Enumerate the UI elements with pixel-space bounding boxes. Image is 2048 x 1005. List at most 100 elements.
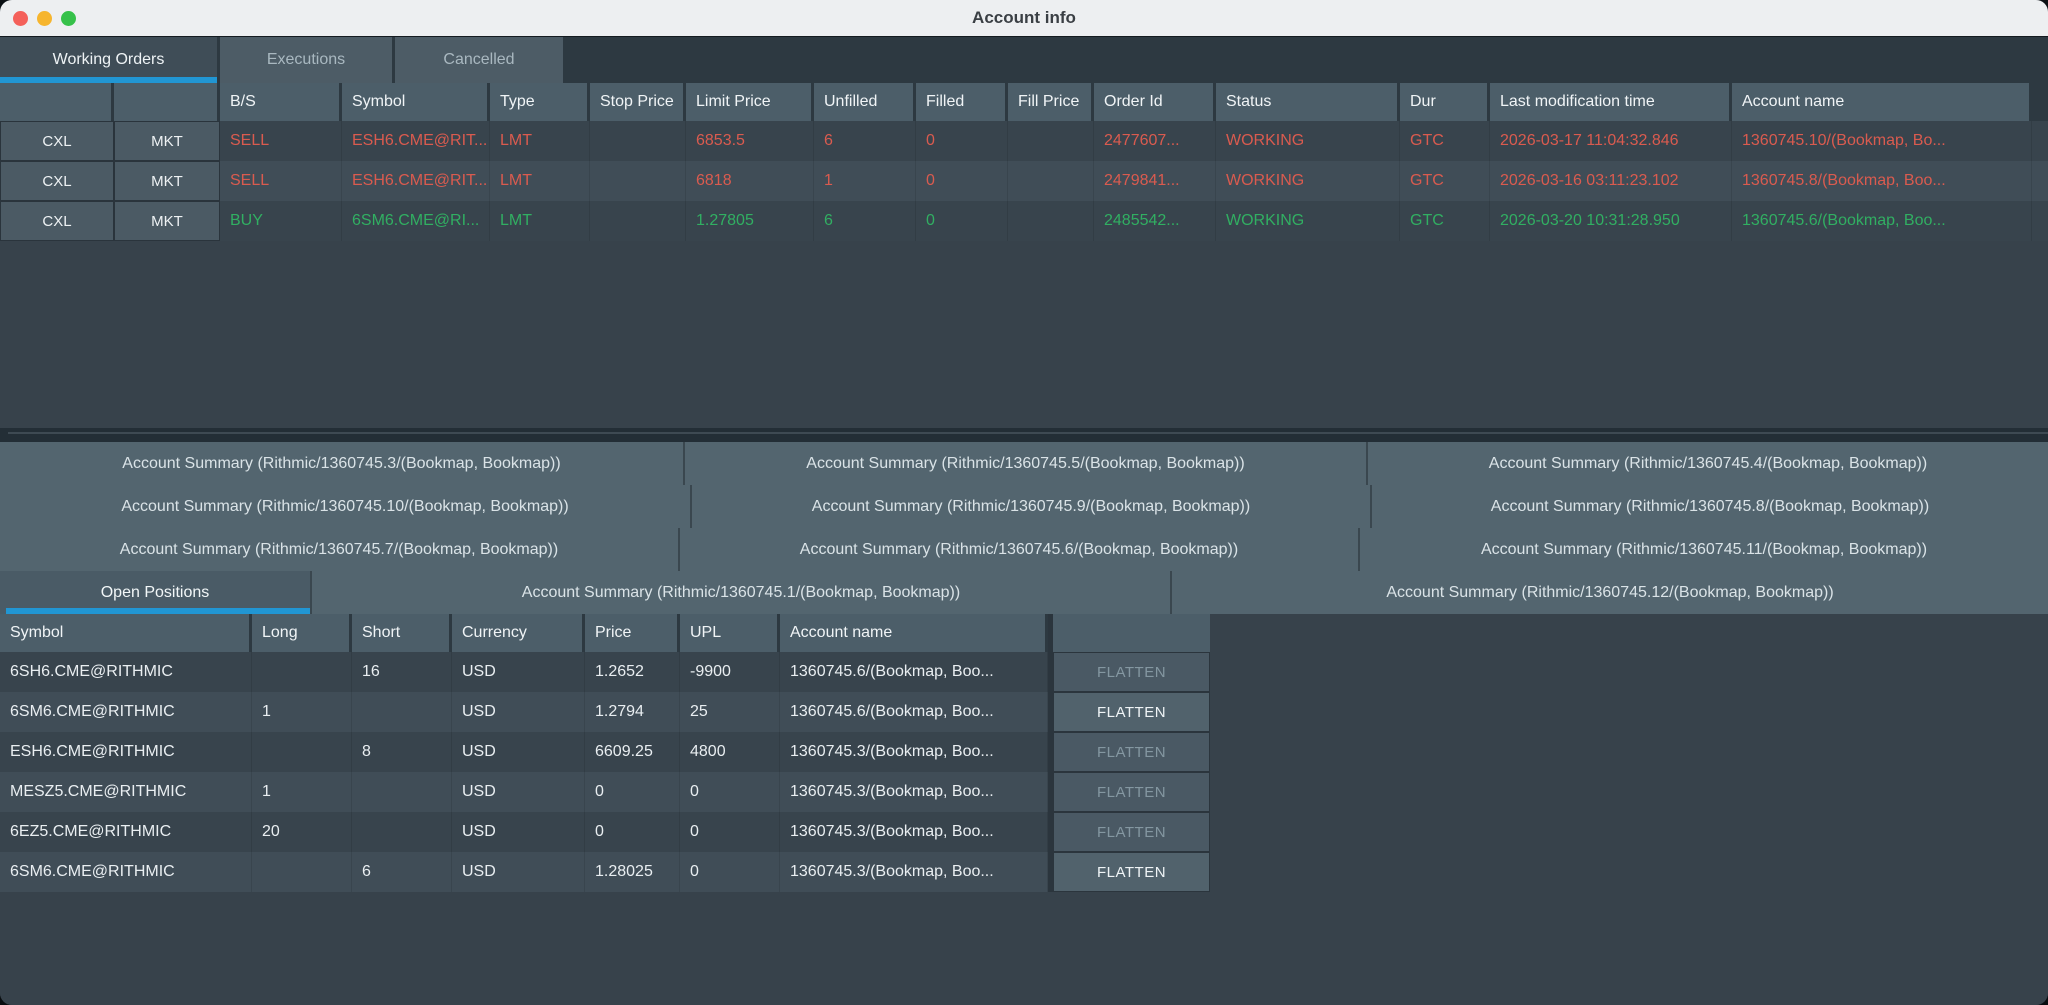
- tab-working-orders[interactable]: Working Orders: [0, 37, 217, 83]
- position-cell-account-name: 1360745.3/(Bookmap, Boo...: [780, 852, 1048, 892]
- position-cell-long: [252, 652, 352, 692]
- positions-table-header: SymbolLongShortCurrencyPriceUPLAccount n…: [0, 614, 1210, 652]
- tab-account-summary[interactable]: Account Summary (Rithmic/1360745.10/(Boo…: [0, 485, 690, 528]
- market-order-button[interactable]: MKT: [114, 121, 220, 161]
- tab-account-summary[interactable]: Account Summary (Rithmic/1360745.4/(Book…: [1366, 442, 2048, 485]
- position-cell-currency: USD: [452, 772, 585, 812]
- bottom-empty-area: [0, 892, 2048, 1005]
- tab-account-summary[interactable]: Account Summary (Rithmic/1360745.8/(Book…: [1370, 485, 2048, 528]
- tab-cancelled[interactable]: Cancelled: [395, 37, 563, 83]
- market-order-button[interactable]: MKT: [114, 201, 220, 241]
- order-cell-last-modification-time: 2026-03-17 11:04:32.846: [1490, 121, 1732, 161]
- order-cell-symbol: ESH6.CME@RIT...: [342, 121, 490, 161]
- position-cell-price: 6609.25: [585, 732, 680, 772]
- orders-empty-area: [0, 241, 2048, 428]
- order-cell-status: WORKING: [1216, 201, 1400, 241]
- account-info-window: Account info Working OrdersExecutionsCan…: [0, 0, 2048, 1005]
- summary-tab-row: Open PositionsAccount Summary (Rithmic/1…: [0, 571, 2048, 614]
- flatten-button: FLATTEN: [1053, 812, 1210, 852]
- position-cell-symbol: 6SM6.CME@RITHMIC: [0, 852, 252, 892]
- order-row[interactable]: CXLMKTBUY6SM6.CME@RI...LMT1.278056024855…: [0, 201, 2048, 241]
- position-row[interactable]: 6EZ5.CME@RITHMIC20USD001360745.3/(Bookma…: [0, 812, 1210, 852]
- position-cell-currency: USD: [452, 652, 585, 692]
- tab-executions[interactable]: Executions: [220, 37, 392, 83]
- order-cell-account-name: 1360745.6/(Bookmap, Boo...: [1732, 201, 2032, 241]
- position-cell-currency: USD: [452, 852, 585, 892]
- position-cell-currency: USD: [452, 732, 585, 772]
- position-row[interactable]: 6SM6.CME@RITHMIC6USD1.2802501360745.3/(B…: [0, 852, 1210, 892]
- positions-table-body: 6SH6.CME@RITHMIC16USD1.2652-99001360745.…: [0, 652, 1210, 892]
- tab-open-positions[interactable]: Open Positions: [0, 571, 310, 614]
- position-cell-price: 1.2794: [585, 692, 680, 732]
- pane-splitter[interactable]: [0, 428, 2048, 442]
- tab-account-summary[interactable]: Account Summary (Rithmic/1360745.6/(Book…: [678, 528, 1358, 571]
- position-row[interactable]: 6SM6.CME@RITHMIC1USD1.2794251360745.6/(B…: [0, 692, 1210, 732]
- market-order-button[interactable]: MKT: [114, 161, 220, 201]
- position-cell-upl: 0: [680, 812, 780, 852]
- order-cell-order-id: 2485542...: [1094, 201, 1216, 241]
- position-cell-currency: USD: [452, 692, 585, 732]
- positions-col-symbol: Symbol: [0, 614, 249, 652]
- order-cell-account-name: 1360745.10/(Bookmap, Bo...: [1732, 121, 2032, 161]
- zoom-button[interactable]: [61, 11, 76, 26]
- flatten-button[interactable]: FLATTEN: [1053, 692, 1210, 732]
- position-cell-account-name: 1360745.3/(Bookmap, Boo...: [780, 812, 1048, 852]
- position-cell-symbol: ESH6.CME@RITHMIC: [0, 732, 252, 772]
- orders-col-fill-price: Fill Price: [1008, 83, 1091, 121]
- order-cell-status: WORKING: [1216, 161, 1400, 201]
- tab-account-summary[interactable]: Account Summary (Rithmic/1360745.9/(Book…: [690, 485, 1370, 528]
- position-row[interactable]: ESH6.CME@RITHMIC8USD6609.2548001360745.3…: [0, 732, 1210, 772]
- orders-table-header: B/SSymbolTypeStop PriceLimit PriceUnfill…: [0, 83, 2048, 121]
- position-cell-long: [252, 852, 352, 892]
- tab-account-summary[interactable]: Account Summary (Rithmic/1360745.1/(Book…: [310, 571, 1170, 614]
- position-cell-long: 20: [252, 812, 352, 852]
- orders-col-account-name: Account name: [1732, 83, 2029, 121]
- orders-table-body: CXLMKTSELLESH6.CME@RIT...LMT6853.5602477…: [0, 121, 2048, 241]
- cancel-order-button[interactable]: CXL: [0, 121, 114, 161]
- order-cell-side: SELL: [220, 121, 342, 161]
- tab-account-summary[interactable]: Account Summary (Rithmic/1360745.5/(Book…: [683, 442, 1366, 485]
- position-cell-symbol: 6SM6.CME@RITHMIC: [0, 692, 252, 732]
- position-row[interactable]: MESZ5.CME@RITHMIC1USD001360745.3/(Bookma…: [0, 772, 1210, 812]
- cancel-order-button[interactable]: CXL: [0, 201, 114, 241]
- cancel-order-button[interactable]: CXL: [0, 161, 114, 201]
- position-cell-short: [352, 812, 452, 852]
- flatten-button: FLATTEN: [1053, 652, 1210, 692]
- minimize-button[interactable]: [37, 11, 52, 26]
- order-cell-limit-price: 1.27805: [686, 201, 814, 241]
- order-cell-symbol: ESH6.CME@RIT...: [342, 161, 490, 201]
- positions-col-price: Price: [585, 614, 677, 652]
- positions-col-currency: Currency: [452, 614, 582, 652]
- order-cell-fill-price: [1008, 121, 1094, 161]
- window-title: Account info: [972, 8, 1076, 28]
- position-cell-upl: -9900: [680, 652, 780, 692]
- position-row[interactable]: 6SH6.CME@RITHMIC16USD1.2652-99001360745.…: [0, 652, 1210, 692]
- order-row[interactable]: CXLMKTSELLESH6.CME@RIT...LMT681810247984…: [0, 161, 2048, 201]
- tab-account-summary[interactable]: Account Summary (Rithmic/1360745.11/(Boo…: [1358, 528, 2048, 571]
- order-cell-unfilled: 6: [814, 201, 916, 241]
- order-row[interactable]: CXLMKTSELLESH6.CME@RIT...LMT6853.5602477…: [0, 121, 2048, 161]
- positions-col-long: Long: [252, 614, 349, 652]
- tab-account-summary[interactable]: Account Summary (Rithmic/1360745.3/(Book…: [0, 442, 683, 485]
- close-button[interactable]: [13, 11, 28, 26]
- orders-col-type: Type: [490, 83, 587, 121]
- tab-account-summary[interactable]: Account Summary (Rithmic/1360745.7/(Book…: [0, 528, 678, 571]
- order-cell-side: SELL: [220, 161, 342, 201]
- order-cell-unfilled: 6: [814, 121, 916, 161]
- flatten-button[interactable]: FLATTEN: [1053, 852, 1210, 892]
- order-cell-last-modification-time: 2026-03-16 03:11:23.102: [1490, 161, 1732, 201]
- summary-tab-row: Account Summary (Rithmic/1360745.10/(Boo…: [0, 485, 2048, 528]
- position-cell-short: 6: [352, 852, 452, 892]
- order-cell-stop-price: [590, 201, 686, 241]
- position-cell-upl: 0: [680, 852, 780, 892]
- tab-account-summary[interactable]: Account Summary (Rithmic/1360745.12/(Boo…: [1170, 571, 2048, 614]
- orders-tabbar: Working OrdersExecutionsCancelled: [0, 37, 2048, 83]
- position-cell-short: [352, 692, 452, 732]
- position-cell-symbol: 6SH6.CME@RITHMIC: [0, 652, 252, 692]
- position-cell-short: 16: [352, 652, 452, 692]
- positions-col-flatten: [1053, 614, 1210, 652]
- order-cell-filled: 0: [916, 201, 1008, 241]
- order-cell-filled: 0: [916, 161, 1008, 201]
- orders-col-symbol: Symbol: [342, 83, 487, 121]
- splitter-grip: [8, 432, 2048, 434]
